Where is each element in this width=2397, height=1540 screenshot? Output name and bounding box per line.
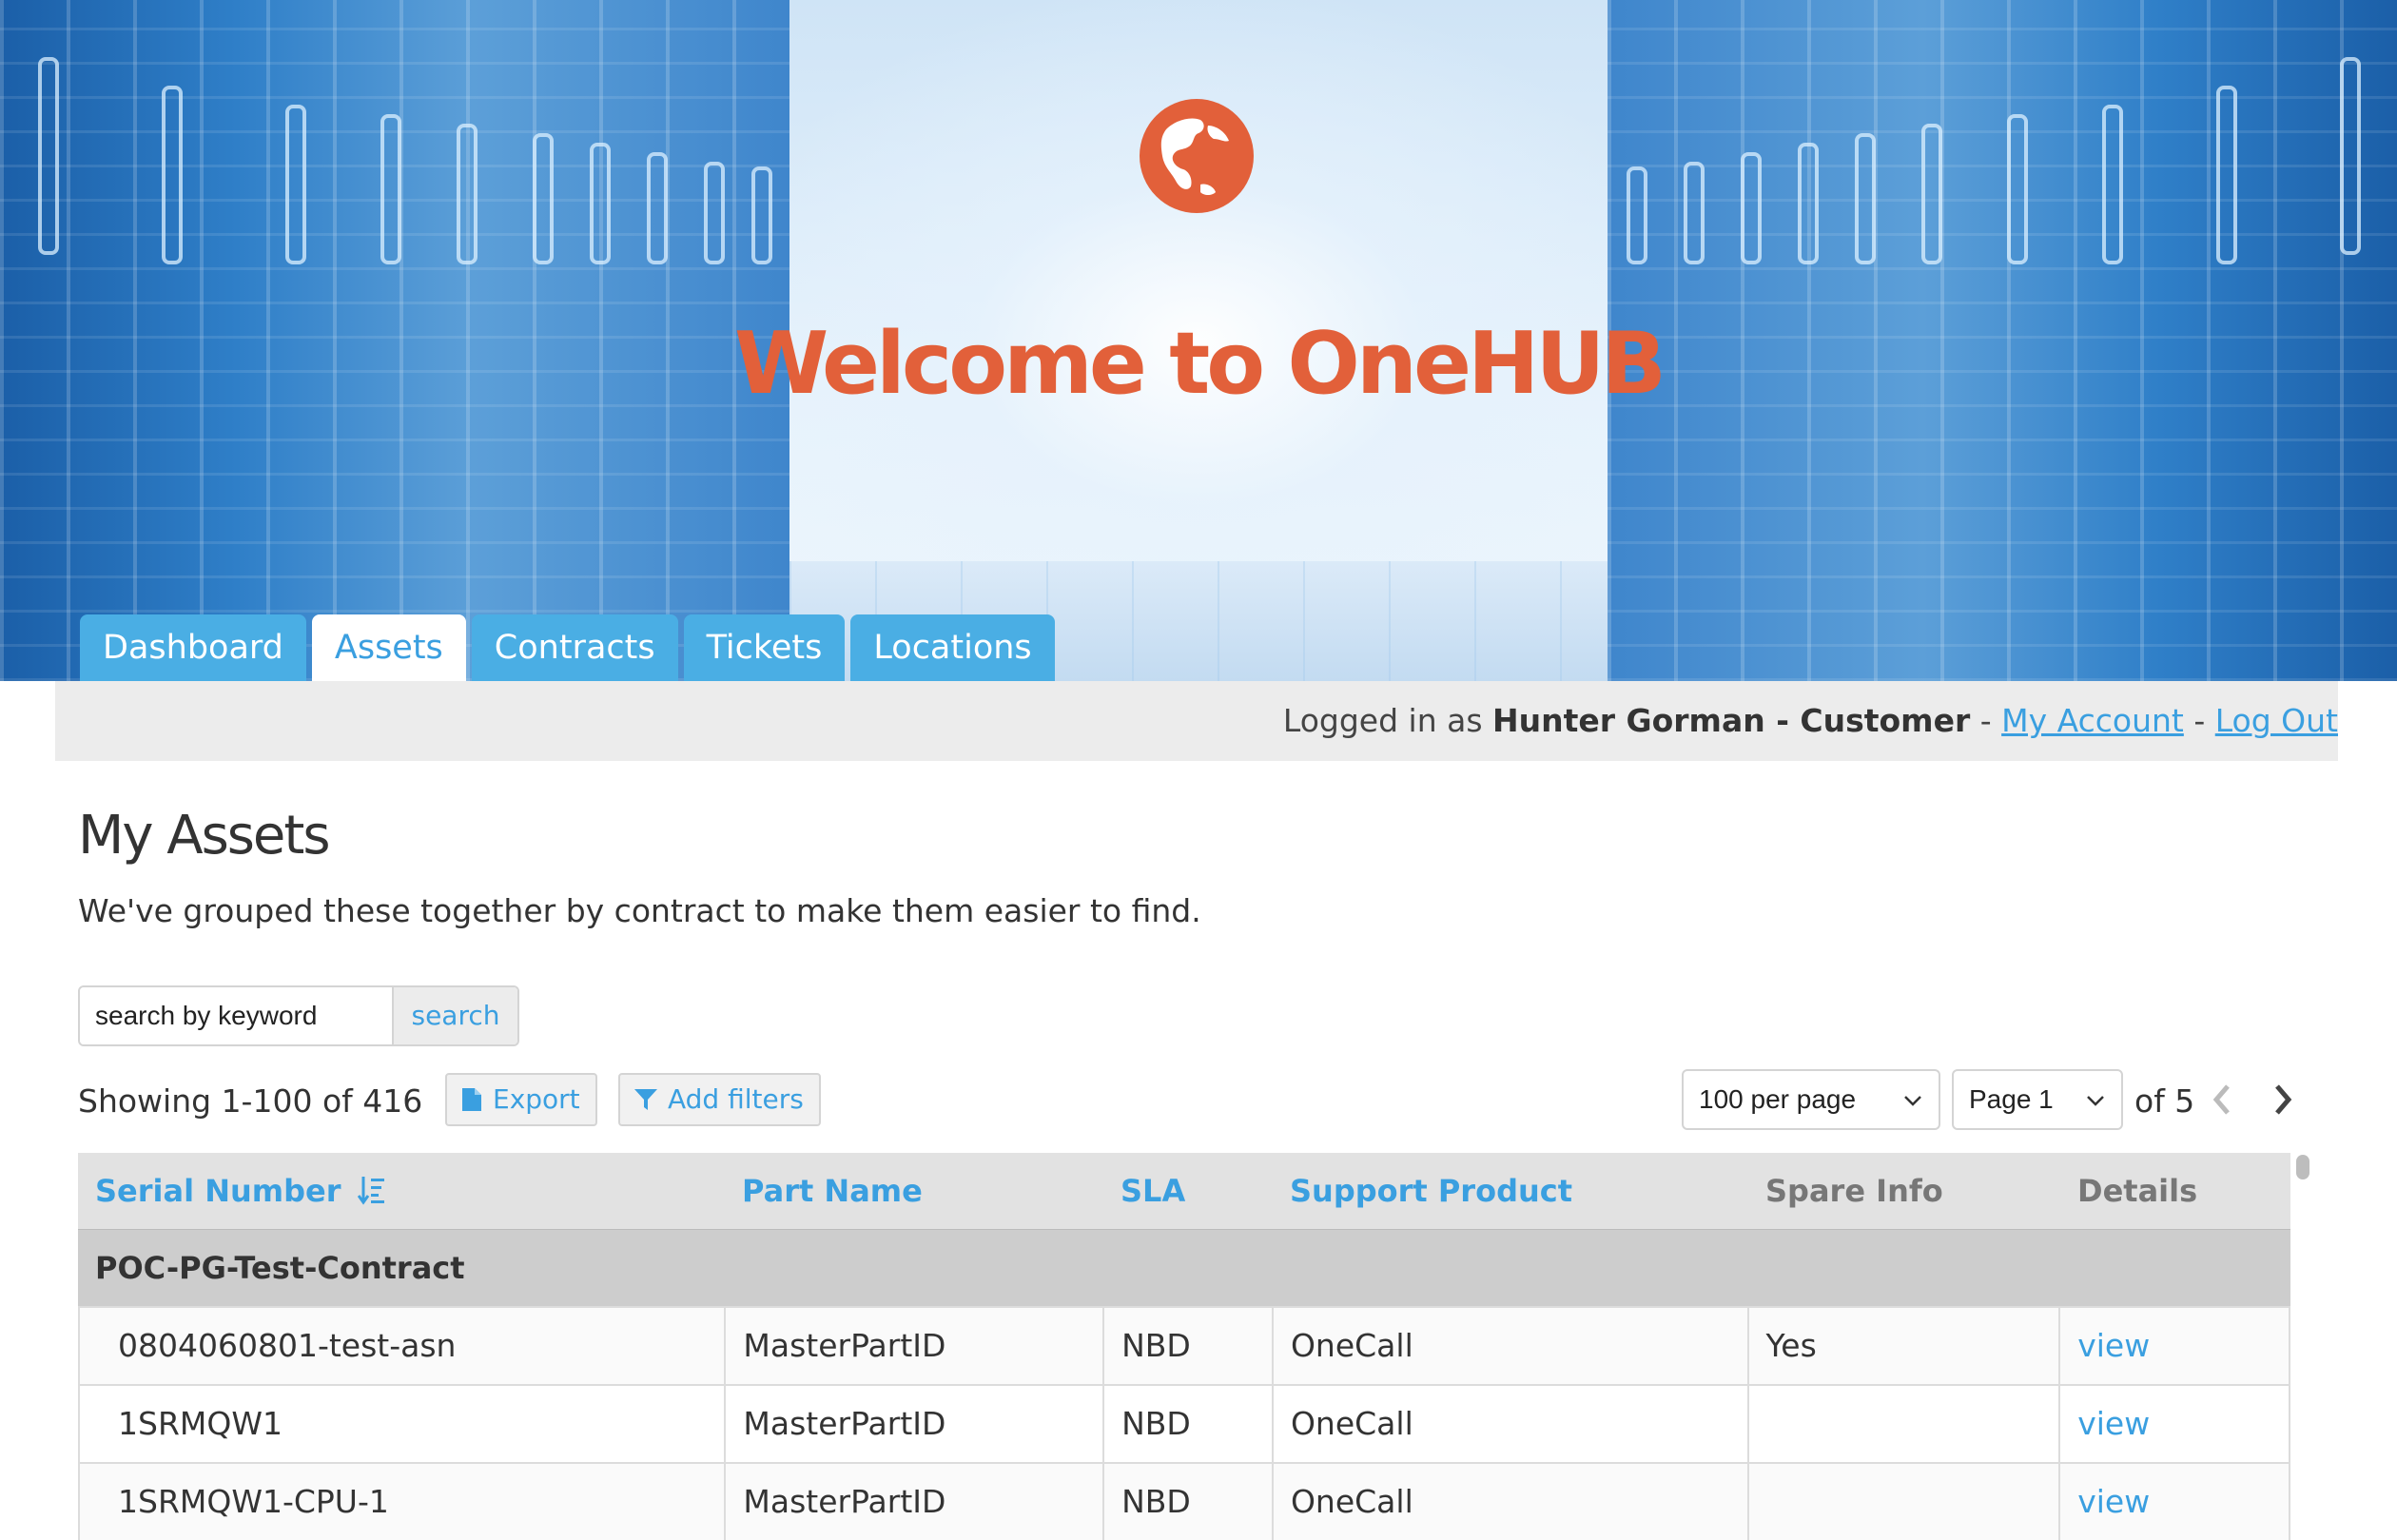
cell-sla: NBD [1102,1464,1272,1540]
tab-contracts[interactable]: Contracts [471,614,678,681]
col-details: Details [2077,1173,2198,1209]
separator: - [1970,702,2002,739]
my-account-link[interactable]: My Account [2001,702,2184,739]
chevron-down-icon [1904,1096,1921,1106]
logged-in-prefix: Logged in as [1282,702,1492,739]
col-sla[interactable]: SLA [1103,1153,1273,1229]
cell-serial-number: 1SRMQW1-CPU-1 [78,1464,724,1540]
cell-support-product: OneCall [1271,1308,1747,1384]
cell-part-name: MasterPartID [724,1308,1102,1384]
search-input[interactable] [80,987,392,1044]
cell-spare-info: Yes [1746,1308,2059,1384]
cell-sla: NBD [1102,1308,1272,1384]
table-row: 0804060801-test-asn MasterPartID NBD One… [78,1306,2289,1384]
log-out-link[interactable]: Log Out [2215,702,2338,739]
table-scrollbar[interactable] [2296,1155,2309,1179]
search-box: search [78,985,519,1046]
logged-in-user: Hunter Gorman - Customer [1492,702,1971,739]
welcome-heading: Welcome to OneHUB [733,314,1666,414]
cell-sla: NBD [1102,1386,1272,1462]
cell-serial-number: 0804060801-test-asn [78,1308,724,1384]
chevron-down-icon [2087,1096,2104,1106]
tab-tickets[interactable]: Tickets [683,614,846,681]
add-filters-button[interactable]: Add filters [618,1073,821,1126]
view-link[interactable]: view [2058,1386,2289,1462]
tab-dashboard[interactable]: Dashboard [80,614,306,681]
table-header: Serial Number Part Name SLA Support Prod… [78,1153,2290,1229]
file-icon [462,1088,481,1111]
view-link[interactable]: view [2058,1464,2289,1540]
tab-assets[interactable]: Assets [311,614,466,681]
page-subtitle: We've grouped these together by contract… [78,892,1201,929]
col-serial-number[interactable]: Serial Number [78,1153,725,1229]
cell-part-name: MasterPartID [724,1464,1102,1540]
total-pages: of 5 [2134,1082,2195,1120]
table-row: 1SRMQW1-CPU-1 MasterPartID NBD OneCall v… [78,1462,2289,1540]
prev-page-icon[interactable] [2209,1081,2237,1119]
search-button[interactable]: search [392,987,517,1044]
tab-locations[interactable]: Locations [850,614,1055,681]
add-filters-label: Add filters [668,1083,804,1115]
per-page-select[interactable]: 100 per page [1682,1069,1940,1130]
cell-support-product: OneCall [1271,1386,1747,1462]
cell-part-name: MasterPartID [724,1386,1102,1462]
col-part-name[interactable]: Part Name [725,1153,1103,1229]
filter-icon [634,1089,657,1110]
main-nav-tabs: Dashboard Assets Contracts Tickets Locat… [80,614,1055,681]
page-value: Page 1 [1969,1084,2054,1114]
cell-support-product: OneCall [1271,1464,1747,1540]
hero-banner: Welcome to OneHUB Dashboard Assets Contr… [0,0,2397,681]
page-title: My Assets [78,805,331,867]
export-label: Export [493,1083,580,1115]
view-link[interactable]: view [2058,1308,2289,1384]
next-page-icon[interactable] [2268,1081,2296,1119]
user-bar: Logged in as Hunter Gorman - Customer - … [55,681,2338,761]
cell-spare-info [1746,1464,2059,1540]
globe-icon [1140,99,1254,213]
table-body: 0804060801-test-asn MasterPartID NBD One… [78,1306,2290,1540]
export-button[interactable]: Export [445,1073,597,1126]
sort-desc-icon [357,1177,384,1205]
showing-count: Showing 1-100 of 416 [78,1082,423,1120]
col-support-product[interactable]: Support Product [1273,1153,1748,1229]
page-select[interactable]: Page 1 [1952,1069,2123,1130]
separator: - [2183,702,2215,739]
contract-group-row: POC-PG-Test-Contract [78,1229,2290,1306]
per-page-value: 100 per page [1699,1084,1857,1114]
col-spare-info: Spare Info [1765,1173,1943,1209]
assets-table: Serial Number Part Name SLA Support Prod… [78,1153,2290,1540]
cell-serial-number: 1SRMQW1 [78,1386,724,1462]
cell-spare-info [1746,1386,2059,1462]
col-serial-number-label: Serial Number [95,1173,341,1209]
table-row: 1SRMQW1 MasterPartID NBD OneCall view [78,1384,2289,1462]
